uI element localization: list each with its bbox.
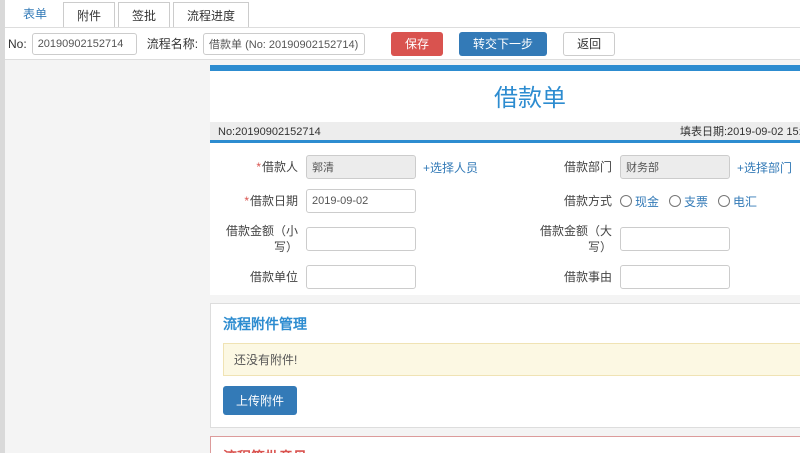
amount-small-label: 借款金额（小写） [225,224,298,255]
attachments-panel: 流程附件管理 还没有附件! 上传附件 [210,303,800,429]
method-radio-group: 现金 支票 电汇 [620,193,800,210]
process-name-input[interactable] [203,32,366,55]
process-name-label: 流程名称: [146,37,199,51]
cash-radio-input[interactable] [620,195,632,207]
upload-attachment-button[interactable]: 上传附件 [223,386,298,416]
no-input[interactable] [31,32,137,55]
select-person-link[interactable]: +选择人员 [423,159,478,176]
reason-label: 借款事由 [563,270,612,285]
attachments-title: 流程附件管理 [223,316,307,333]
approval-panel: 流程签批意见 B I abc ✎ ▦ ⚑ 1≡ •≡ ≡← ≡→ ” 样式 ▾ [210,436,800,453]
method-wire-radio[interactable]: 电汇 [718,193,757,210]
amount-small-input[interactable] [306,227,416,252]
amount-big-label: 借款金额（大写） [539,224,612,255]
tab-bar: 表单 附件 签批 流程进度 [0,0,800,28]
main-content: 借款单 No:20190902152714 填表日期:2019-09-02 15… [210,60,800,453]
wire-radio-input[interactable] [718,195,731,207]
required-asterisk: * [244,193,249,208]
date-label: *借款日期 [244,193,298,208]
tab-progress[interactable]: 流程进度 [173,2,250,27]
form-date-text: 填表日期:2019-09-02 15:27:1 [680,126,800,138]
check-radio-input[interactable] [669,195,682,207]
borrow-date-input[interactable] [306,189,416,213]
form-grid: *借款人 +选择人员 借款部门 +选择部门 *借款日期 借款方式 现金 支票 电… [210,143,800,295]
left-edge-strip [0,0,5,453]
no-label: No: [8,36,27,51]
unit-input[interactable] [306,265,416,290]
form-title: 借款单 [494,85,566,112]
loan-form-panel: 借款单 No:20190902152714 填表日期:2019-09-02 15… [210,65,800,296]
method-cash-radio[interactable]: 现金 [620,193,659,210]
tab-form[interactable]: 表单 [10,0,61,27]
reason-input[interactable] [620,265,730,290]
dept-label: 借款部门 [563,159,612,174]
required-asterisk: * [256,159,261,174]
select-dept-link[interactable]: +选择部门 [737,159,792,176]
amount-big-input[interactable] [620,227,730,252]
borrower-label: *借款人 [256,159,298,174]
save-button[interactable]: 保存 [391,31,444,56]
dept-input[interactable] [620,155,730,179]
method-label: 借款方式 [563,193,612,208]
form-no-text: No:20190902152714 [218,126,321,138]
action-toolbar: No: 流程名称: 保存 转交下一步 返回 [0,28,800,60]
borrower-input[interactable] [306,155,416,179]
unit-label: 借款单位 [249,270,298,285]
tab-approval[interactable]: 签批 [118,2,171,27]
form-info-bar: No:20190902152714 填表日期:2019-09-02 15:27:… [210,122,800,143]
method-check-radio[interactable]: 支票 [669,193,708,210]
tab-attachments[interactable]: 附件 [63,2,116,27]
no-attachments-alert: 还没有附件! [223,343,800,377]
next-step-button[interactable]: 转交下一步 [459,31,548,56]
approval-title: 流程签批意见 [223,447,800,453]
back-button[interactable]: 返回 [563,31,616,56]
